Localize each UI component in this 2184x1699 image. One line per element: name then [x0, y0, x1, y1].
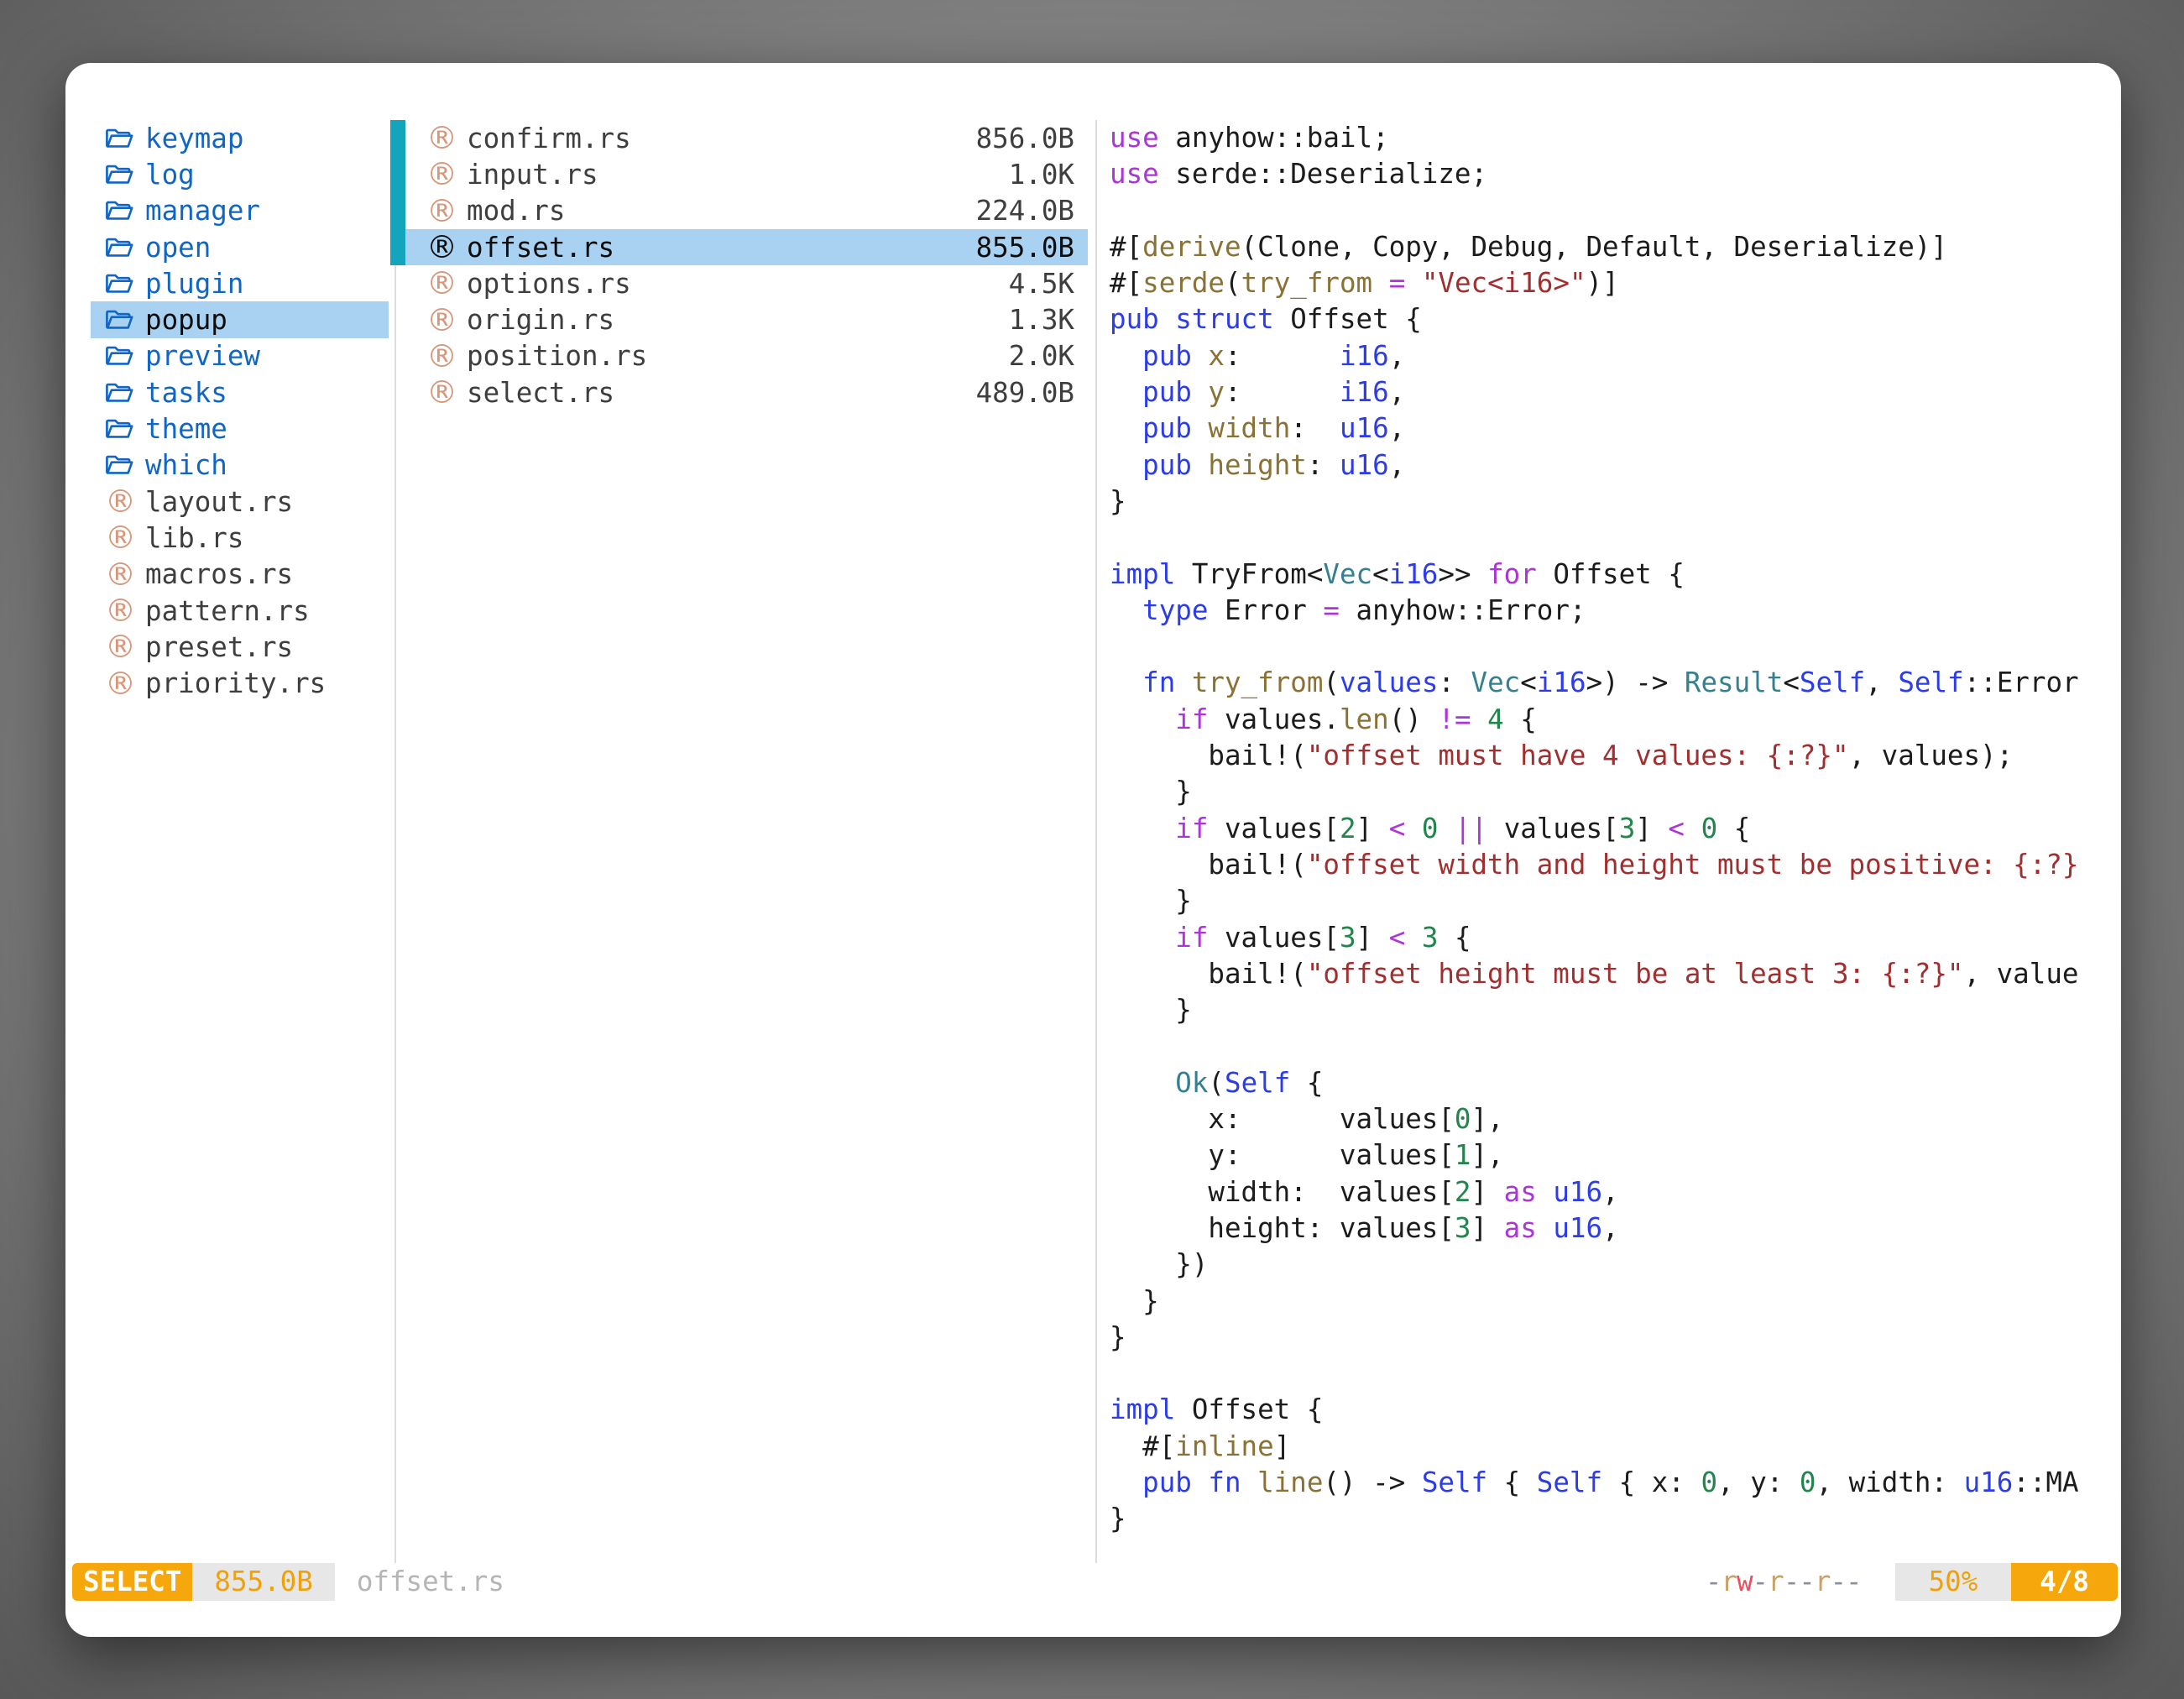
- sidebar-item-lib-rs[interactable]: ®lib.rs: [91, 520, 389, 556]
- item-label: manager: [145, 195, 260, 227]
- folder-open-icon: [105, 307, 140, 332]
- sidebar-item-keymap[interactable]: keymap: [91, 120, 389, 156]
- rust-file-icon: ®: [426, 305, 462, 336]
- rust-file-icon: ®: [426, 232, 462, 263]
- rust-file-icon: ®: [426, 123, 462, 154]
- sidebar-item-preview[interactable]: preview: [91, 338, 389, 374]
- item-label: priority.rs: [145, 667, 326, 699]
- item-label: popup: [145, 304, 227, 336]
- rust-file-icon: ®: [426, 341, 462, 372]
- file-row-confirm-rs[interactable]: ®confirm.rs 856.0B: [405, 120, 1088, 156]
- file-name: offset.rs: [467, 232, 614, 264]
- file-row-options-rs[interactable]: ®options.rs 4.5K: [405, 265, 1088, 301]
- sidebar-item-tasks[interactable]: tasks: [91, 374, 389, 410]
- rust-file-icon: ®: [426, 268, 462, 299]
- current-directory-pane: ®confirm.rs856.0B®input.rs1.0K®mod.rs224…: [405, 120, 1088, 410]
- file-name: origin.rs: [467, 304, 614, 336]
- file-size: 1.0K: [1009, 159, 1074, 191]
- yazi-window: keymap log manager open plugin popup pre…: [65, 63, 2121, 1637]
- rust-file-icon: ®: [426, 377, 462, 408]
- folder-open-icon: [105, 235, 140, 260]
- item-label: tasks: [145, 377, 227, 409]
- parent-directory-pane: keymap log manager open plugin popup pre…: [91, 120, 389, 702]
- folder-open-icon: [105, 198, 140, 223]
- file-size: 855.0B: [976, 232, 1074, 264]
- file-size: 489.0B: [976, 377, 1074, 409]
- folder-open-icon: [105, 380, 140, 405]
- file-name: options.rs: [467, 268, 631, 300]
- rust-file-icon: ®: [105, 522, 140, 553]
- file-row-input-rs[interactable]: ®input.rs 1.0K: [405, 156, 1088, 192]
- folder-open-icon: [105, 126, 140, 151]
- file-row-origin-rs[interactable]: ®origin.rs 1.3K: [405, 301, 1088, 337]
- status-left: SELECT 855.0B offset.rs: [72, 1563, 504, 1601]
- permissions: -rw-r--r--: [1706, 1563, 1862, 1601]
- scroll-percent-chip: 50%: [1895, 1563, 2012, 1601]
- sidebar-item-preset-rs[interactable]: ®preset.rs: [91, 629, 389, 665]
- sidebar-item-pattern-rs[interactable]: ®pattern.rs: [91, 593, 389, 629]
- file-size: 224.0B: [976, 195, 1074, 227]
- file-list-scrollbar-thumb[interactable]: [390, 120, 405, 265]
- sidebar-item-manager[interactable]: manager: [91, 193, 389, 229]
- folder-open-icon: [105, 416, 140, 442]
- cursor-position-chip: 4/8: [2011, 1563, 2118, 1601]
- file-size: 4.5K: [1009, 268, 1074, 300]
- folder-open-icon: [105, 452, 140, 478]
- item-label: keymap: [145, 123, 243, 154]
- folder-open-icon: [105, 271, 140, 296]
- file-name: input.rs: [467, 159, 598, 191]
- rust-file-icon: ®: [105, 486, 140, 517]
- item-label: which: [145, 449, 227, 481]
- file-name: position.rs: [467, 340, 647, 372]
- item-label: open: [145, 232, 211, 264]
- item-label: theme: [145, 413, 227, 445]
- file-name: mod.rs: [467, 195, 565, 227]
- item-label: macros.rs: [145, 558, 293, 590]
- sidebar-item-priority-rs[interactable]: ®priority.rs: [91, 665, 389, 701]
- file-size-chip: 855.0B: [192, 1563, 334, 1601]
- rust-file-icon: ®: [105, 559, 140, 590]
- folder-open-icon: [105, 343, 140, 369]
- file-row-offset-rs[interactable]: ®offset.rs 855.0B: [405, 229, 1088, 265]
- mode-badge: SELECT: [72, 1563, 192, 1601]
- sidebar-item-popup[interactable]: popup: [91, 301, 389, 337]
- rust-file-icon: ®: [105, 668, 140, 699]
- sidebar-item-log[interactable]: log: [91, 156, 389, 192]
- sidebar-item-which[interactable]: which: [91, 447, 389, 484]
- file-size: 856.0B: [976, 123, 1074, 154]
- sidebar-item-theme[interactable]: theme: [91, 410, 389, 447]
- status-bar: SELECT 855.0B offset.rs -rw-r--r-- 50% 4…: [65, 1563, 2121, 1601]
- pane-divider-right: [1095, 120, 1097, 1563]
- folder-open-icon: [105, 162, 140, 187]
- sidebar-item-layout-rs[interactable]: ®layout.rs: [91, 484, 389, 520]
- code-preview: use anyhow::bail; use serde::Deserialize…: [1110, 120, 2121, 1538]
- item-label: log: [145, 159, 195, 191]
- file-size: 2.0K: [1009, 340, 1074, 372]
- item-label: layout.rs: [145, 486, 293, 518]
- file-preview-pane: use anyhow::bail; use serde::Deserialize…: [1110, 120, 2121, 1563]
- item-label: lib.rs: [145, 522, 243, 554]
- file-name: confirm.rs: [467, 123, 631, 154]
- current-file-name: offset.rs: [357, 1563, 504, 1601]
- file-row-mod-rs[interactable]: ®mod.rs 224.0B: [405, 193, 1088, 229]
- file-name: select.rs: [467, 377, 614, 409]
- status-right: -rw-r--r-- 50% 4/8: [1706, 1563, 2118, 1601]
- file-row-select-rs[interactable]: ®select.rs 489.0B: [405, 374, 1088, 410]
- desktop-background: keymap log manager open plugin popup pre…: [0, 0, 2184, 1699]
- rust-file-icon: ®: [105, 631, 140, 662]
- item-label: pattern.rs: [145, 595, 310, 627]
- file-row-position-rs[interactable]: ®position.rs 2.0K: [405, 338, 1088, 374]
- file-size: 1.3K: [1009, 304, 1074, 336]
- item-label: plugin: [145, 268, 243, 300]
- pane-divider-left: [394, 120, 396, 1563]
- rust-file-icon: ®: [426, 196, 462, 227]
- rust-file-icon: ®: [105, 595, 140, 626]
- sidebar-item-macros-rs[interactable]: ®macros.rs: [91, 557, 389, 593]
- item-label: preset.rs: [145, 631, 293, 663]
- item-label: preview: [145, 340, 260, 372]
- rust-file-icon: ®: [426, 159, 462, 190]
- sidebar-item-open[interactable]: open: [91, 229, 389, 265]
- sidebar-item-plugin[interactable]: plugin: [91, 265, 389, 301]
